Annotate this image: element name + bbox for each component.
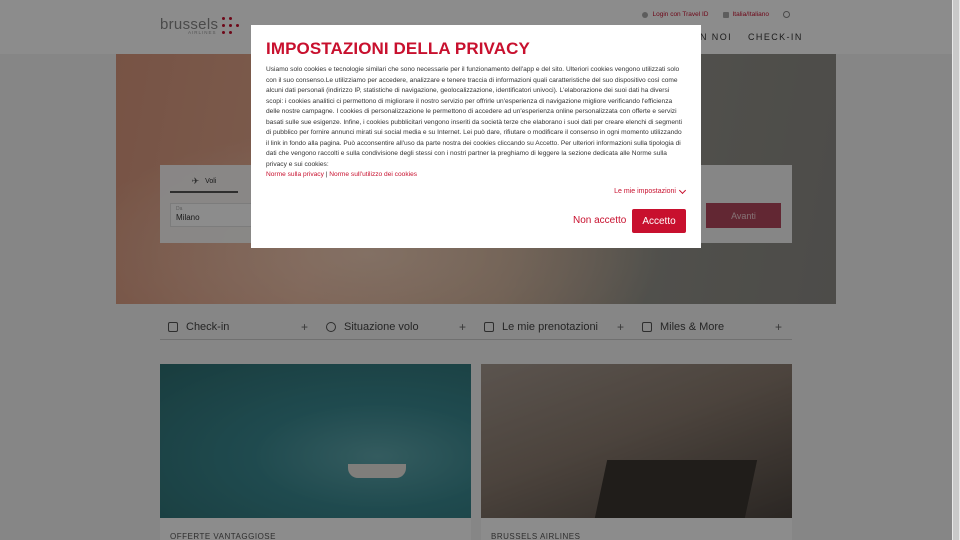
privacy-dialog: IMPOSTAZIONI DELLA PRIVACY Usiamo solo c…	[251, 25, 701, 248]
privacy-text: Usiamo solo cookies e tecnologie similar…	[266, 65, 686, 181]
privacy-body: Usiamo solo cookies e tecnologie similar…	[266, 66, 683, 168]
my-settings-link[interactable]: Le mie impostazioni	[614, 186, 687, 195]
accept-button[interactable]: Accetto	[632, 209, 686, 233]
chevron-down-icon	[678, 186, 687, 194]
privacy-policy-link[interactable]: Norme sulla privacy	[266, 171, 324, 178]
scrollbar[interactable]	[952, 0, 960, 540]
cookie-policy-link[interactable]: Norme sull'utilizzo dei cookies	[329, 171, 417, 178]
privacy-title: IMPOSTAZIONI DELLA PRIVACY	[266, 39, 530, 58]
settings-label: Le mie impostazioni	[614, 188, 676, 195]
refuse-button[interactable]: Non accetto	[573, 215, 626, 226]
